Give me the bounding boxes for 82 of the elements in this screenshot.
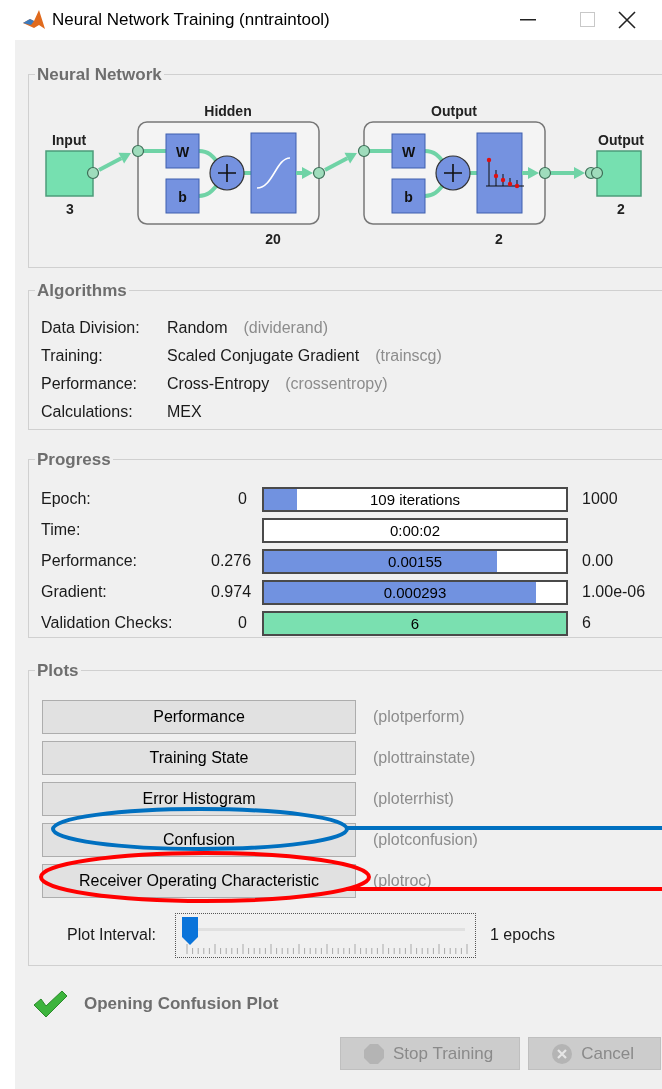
layer-size: 20 — [265, 230, 281, 247]
connection-arrow — [98, 152, 131, 172]
field-value: MEX — [167, 402, 202, 422]
start-value: 0 — [237, 489, 247, 509]
slider-label: Plot Interval: — [67, 925, 157, 945]
input-size: 3 — [66, 200, 74, 217]
progress-label: Validation Checks: — [41, 613, 174, 633]
connection-arrow — [551, 166, 585, 179]
bias-block: b — [391, 178, 426, 213]
connection-arrow — [522, 166, 539, 179]
function-name: (dividerand) — [243, 318, 328, 338]
status-message: Opening Confusion Plot — [84, 993, 279, 1016]
plot-button[interactable]: Training State — [42, 740, 356, 775]
input-label: Input — [51, 131, 87, 148]
bias-block: b — [165, 178, 200, 213]
minimize-icon — [520, 19, 536, 21]
weight-block: W — [391, 133, 426, 168]
connection-arrow — [324, 152, 357, 172]
sigmoid-icon — [256, 156, 291, 189]
close-icon — [618, 11, 636, 29]
progress-value: 0.00155 — [387, 553, 443, 569]
end-value: 0.00 — [582, 551, 614, 571]
input-block — [45, 149, 94, 197]
progress-label: Gradient: — [41, 582, 108, 602]
layer-size: 2 — [495, 230, 503, 247]
function-name: (plotroc) — [373, 870, 432, 891]
weight-block: W — [165, 133, 200, 168]
field-label: Training: — [41, 346, 104, 366]
section-title: Progress — [36, 449, 112, 471]
function-name: (plotperform) — [373, 706, 465, 727]
layer-title: Output — [431, 102, 477, 119]
stem-plot-icon — [485, 157, 525, 188]
connector-node — [312, 166, 326, 179]
app-logo-icon — [22, 8, 46, 32]
end-value: 6 — [582, 613, 591, 633]
output-size: 2 — [617, 200, 625, 217]
function-name: (ploterrhist) — [373, 788, 454, 809]
maximize-icon — [580, 12, 596, 28]
end-value: 1.00e-06 — [582, 582, 646, 602]
function-name: (plottrainstate) — [373, 747, 476, 768]
end-value: 1000 — [582, 489, 618, 509]
plot-button[interactable]: Error Histogram — [42, 781, 356, 816]
progress-value: 6 — [410, 615, 420, 631]
connector-node — [590, 166, 604, 179]
slider-thumb[interactable] — [182, 916, 198, 945]
field-value: Random — [167, 318, 228, 338]
plot-interval-slider[interactable] — [175, 912, 476, 958]
field-value: Scaled Conjugate Gradient — [167, 346, 360, 366]
checkmark-icon — [32, 990, 68, 1018]
sum-icon — [209, 154, 245, 191]
plot-button[interactable]: Receiver Operating Characteristic — [42, 863, 356, 898]
progress-label: Time: — [41, 520, 82, 540]
function-name: (plotconfusion) — [373, 829, 478, 850]
progress-value: 0.000293 — [383, 584, 447, 600]
field-label: Performance: — [41, 374, 139, 394]
stop-icon — [363, 1042, 385, 1065]
connector-node — [538, 166, 552, 179]
window-title: Neural Network Training (nntraintool) — [52, 9, 330, 32]
section-title: Plots — [36, 660, 80, 682]
connector-node — [131, 144, 145, 157]
start-value: 0 — [237, 613, 247, 633]
connection-arrow — [296, 166, 313, 179]
progress-value: 0:00:02 — [389, 522, 440, 538]
field-label: Data Division: — [41, 318, 141, 338]
function-name: (trainscg) — [375, 346, 442, 366]
progress-label: Performance: — [41, 551, 139, 571]
interval-value: 1 epochs — [490, 925, 555, 945]
layer-title: Hidden — [204, 102, 252, 119]
cancel-icon — [551, 1042, 574, 1065]
field-label: Calculations: — [41, 402, 134, 422]
output-block — [596, 149, 642, 197]
section-title: Algorithms — [36, 280, 128, 302]
section-title: Neural Network — [36, 64, 163, 86]
progress-label: Epoch: — [41, 489, 92, 509]
sum-icon — [435, 154, 471, 191]
connector-node — [86, 166, 100, 179]
plot-button[interactable]: Performance — [42, 699, 356, 734]
progress-value: 109 iterations — [369, 491, 461, 507]
function-name: (crossentropy) — [285, 374, 388, 394]
connector-node — [357, 144, 371, 157]
output-label: Output — [598, 131, 644, 148]
field-value: Cross-Entropy — [167, 374, 270, 394]
